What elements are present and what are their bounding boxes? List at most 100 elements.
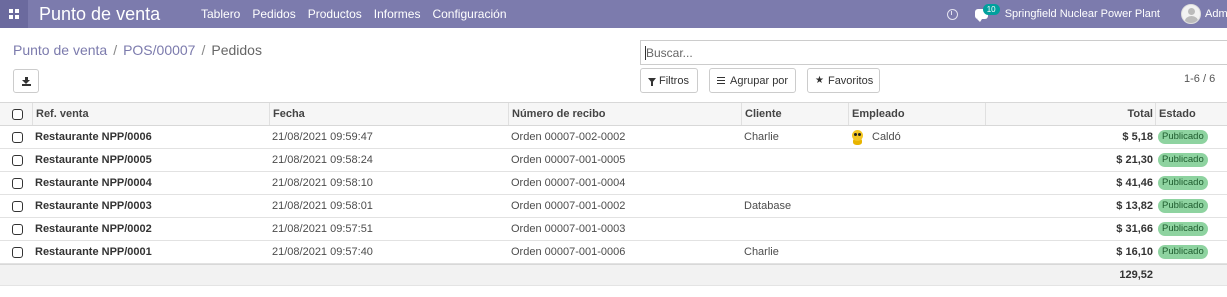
- orders-table: Ref. venta Fecha Número de recibo Client…: [0, 102, 1227, 286]
- cell-empleado: [848, 241, 985, 263]
- column-header-estado[interactable]: Estado: [1155, 103, 1227, 125]
- user-name[interactable]: Adm: [1205, 8, 1227, 20]
- cell-total: $ 13,82: [1116, 200, 1153, 212]
- top-navbar: Punto de venta Tablero Pedidos Productos…: [0, 0, 1227, 28]
- cell-total: $ 41,46: [1116, 177, 1153, 189]
- row-checkbox[interactable]: [12, 246, 23, 258]
- cell-cliente: [741, 172, 848, 194]
- footer-total: 129,52: [1119, 269, 1153, 281]
- cell-recibo: Orden 00007-001-0002: [511, 200, 626, 212]
- favorites-label: Favoritos: [827, 74, 874, 87]
- row-checkbox[interactable]: [12, 154, 23, 166]
- menu-item-informes[interactable]: Informes: [374, 7, 421, 21]
- cell-cliente: Database: [744, 200, 792, 212]
- cell-fecha: 21/08/2021 09:57:40: [272, 246, 373, 258]
- cell-total: $ 21,30: [1116, 154, 1153, 166]
- cell-total: $ 31,66: [1116, 223, 1153, 235]
- table-row[interactable]: Restaurante NPP/0004 21/08/2021 09:58:10…: [0, 172, 1227, 195]
- cell-total: $ 5,18: [1122, 131, 1153, 143]
- cell-ref: Restaurante NPP/0006: [35, 131, 152, 143]
- favorites-button[interactable]: ★ Favoritos: [807, 68, 880, 93]
- cell-empleado: [848, 172, 985, 194]
- column-header-total[interactable]: Total: [985, 103, 1155, 125]
- column-header-cliente[interactable]: Cliente: [741, 103, 848, 125]
- cell-fecha: 21/08/2021 09:58:01: [272, 200, 373, 212]
- row-checkbox[interactable]: [12, 223, 23, 235]
- cell-recibo: Orden 00007-001-0006: [511, 246, 626, 258]
- clock-icon[interactable]: [946, 8, 958, 20]
- table-header: Ref. venta Fecha Número de recibo Client…: [0, 102, 1227, 126]
- search-input[interactable]: [641, 41, 1227, 64]
- download-button[interactable]: [13, 69, 39, 93]
- column-header-fecha[interactable]: Fecha: [269, 103, 508, 125]
- menu-item-productos[interactable]: Productos: [308, 7, 362, 21]
- row-checkbox[interactable]: [12, 177, 23, 189]
- cell-empleado: [848, 149, 985, 171]
- cell-total: $ 16,10: [1116, 246, 1153, 258]
- chat-count-badge: 10: [982, 4, 1000, 15]
- cell-ref: Restaurante NPP/0004: [35, 177, 152, 189]
- table-row[interactable]: Restaurante NPP/0001 21/08/2021 09:57:40…: [0, 241, 1227, 264]
- apps-menu-button[interactable]: [0, 0, 28, 28]
- cell-fecha: 21/08/2021 09:58:10: [272, 177, 373, 189]
- list-icon: [717, 76, 725, 85]
- chat-icon[interactable]: 10: [974, 4, 1000, 22]
- status-badge: Publicado: [1158, 176, 1208, 190]
- menu-item-pedidos[interactable]: Pedidos: [252, 7, 295, 21]
- table-row[interactable]: Restaurante NPP/0005 21/08/2021 09:58:24…: [0, 149, 1227, 172]
- cell-empleado: [848, 218, 985, 240]
- status-badge: Publicado: [1158, 199, 1208, 213]
- cell-empleado: Caldó: [848, 126, 985, 148]
- breadcrumb-pos-session[interactable]: POS/00007: [123, 42, 195, 58]
- column-header-empleado[interactable]: Empleado: [848, 103, 985, 125]
- status-badge: Publicado: [1158, 130, 1208, 144]
- download-icon: [21, 76, 31, 86]
- row-checkbox[interactable]: [12, 200, 23, 212]
- cell-cliente: Charlie: [744, 246, 779, 258]
- cell-fecha: 21/08/2021 09:59:47: [272, 131, 373, 143]
- app-title[interactable]: Punto de venta: [39, 4, 189, 25]
- breadcrumb-punto-de-venta[interactable]: Punto de venta: [13, 42, 107, 58]
- column-header-recibo[interactable]: Número de recibo: [508, 103, 741, 125]
- cell-cliente: Charlie: [744, 131, 779, 143]
- cell-cliente: [741, 149, 848, 171]
- filters-button[interactable]: Filtros: [640, 68, 698, 93]
- breadcrumb-separator: /: [113, 42, 118, 58]
- table-row[interactable]: Restaurante NPP/0006 21/08/2021 09:59:47…: [0, 126, 1227, 149]
- cell-ref: Restaurante NPP/0003: [35, 200, 152, 212]
- select-all-checkbox[interactable]: [12, 108, 23, 120]
- employee-avatar-icon: [851, 129, 864, 145]
- employee-name: Caldó: [872, 131, 901, 143]
- table-row[interactable]: Restaurante NPP/0003 21/08/2021 09:58:01…: [0, 195, 1227, 218]
- row-checkbox[interactable]: [12, 131, 23, 143]
- cell-recibo: Orden 00007-002-0002: [511, 131, 626, 143]
- group-by-button[interactable]: Agrupar por: [709, 68, 796, 93]
- table-footer: 129,52: [0, 264, 1227, 286]
- company-switcher[interactable]: Springfield Nuclear Power Plant: [1005, 8, 1160, 20]
- cell-recibo: Orden 00007-001-0003: [511, 223, 626, 235]
- cell-cliente: [741, 218, 848, 240]
- apps-grid-icon: [9, 9, 19, 19]
- breadcrumb-separator: /: [201, 42, 206, 58]
- pager-value[interactable]: 1-6 / 6: [1184, 73, 1215, 85]
- filters-label: Filtros: [659, 74, 689, 87]
- funnel-icon: [648, 78, 656, 86]
- group-by-label: Agrupar por: [730, 74, 789, 87]
- cell-empleado: [848, 195, 985, 217]
- user-avatar[interactable]: [1181, 4, 1201, 24]
- cell-fecha: 21/08/2021 09:57:51: [272, 223, 373, 235]
- cell-ref: Restaurante NPP/0005: [35, 154, 152, 166]
- menu-item-tablero[interactable]: Tablero: [201, 7, 240, 21]
- cell-recibo: Orden 00007-001-0004: [511, 177, 626, 189]
- status-badge: Publicado: [1158, 222, 1208, 236]
- status-badge: Publicado: [1158, 153, 1208, 167]
- table-row[interactable]: Restaurante NPP/0002 21/08/2021 09:57:51…: [0, 218, 1227, 241]
- star-icon: ★: [815, 75, 824, 86]
- cell-fecha: 21/08/2021 09:58:24: [272, 154, 373, 166]
- select-all-checkbox-cell[interactable]: [12, 103, 32, 125]
- main-menu: Tablero Pedidos Productos Informes Confi…: [201, 7, 519, 21]
- status-badge: Publicado: [1158, 245, 1208, 259]
- column-header-ref[interactable]: Ref. venta: [32, 103, 269, 125]
- search-box: [640, 40, 1227, 65]
- menu-item-configuracion[interactable]: Configuración: [432, 7, 506, 21]
